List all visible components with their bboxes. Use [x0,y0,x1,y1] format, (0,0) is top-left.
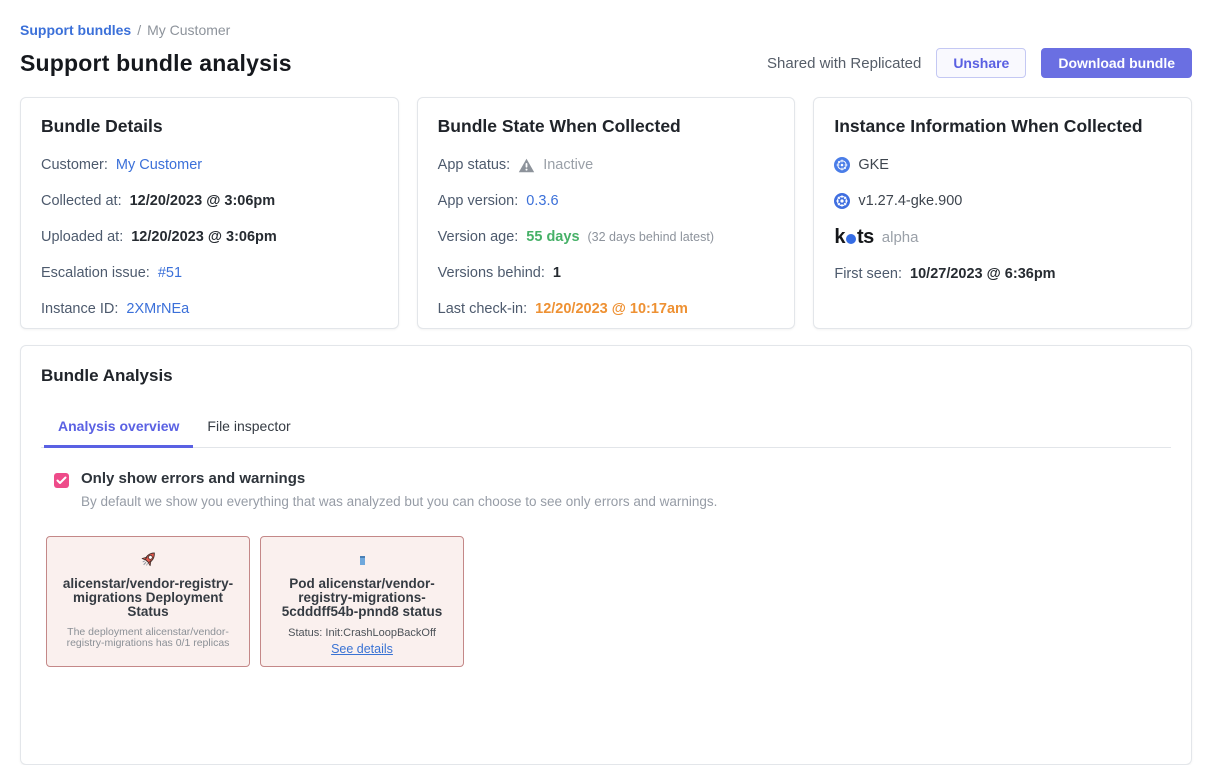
version-age-note: (32 days behind latest) [588,230,714,244]
kots-logo-k: k [834,226,845,249]
version-age-value: 55 days [526,229,579,245]
page-header: Support bundle analysis Shared with Repl… [20,48,1192,78]
kots-logo-o-icon [846,234,856,244]
instance-info-card: Instance Information When Collected [813,97,1192,329]
last-checkin-value: 12/20/2023 @ 10:17am [535,301,688,317]
first-seen-row: First seen: 10/27/2023 @ 6:36pm [834,266,1171,282]
warning-icon [518,158,535,173]
info-cards-row: Bundle Details Customer: My Customer Col… [20,97,1192,329]
kots-logo-ts: ts [857,226,874,249]
first-seen-label: First seen: [834,266,902,282]
tab-file-inspector[interactable]: File inspector [193,407,304,448]
broken-image-icon [360,547,365,573]
versions-behind-label: Versions behind: [438,265,545,281]
instance-id-row: Instance ID: 2XMrNEa [41,301,378,317]
download-bundle-button[interactable]: Download bundle [1041,48,1192,78]
see-details-link[interactable]: See details [331,642,393,656]
instance-id-label: Instance ID: [41,301,118,317]
shared-status-text: Shared with Replicated [767,55,921,72]
customer-row: Customer: My Customer [41,157,378,173]
distribution-value: GKE [858,157,889,173]
escalation-issue-label: Escalation issue: [41,265,150,281]
uploaded-at-value: 12/20/2023 @ 3:06pm [131,229,277,245]
kots-channel: alpha [882,229,919,246]
breadcrumb: Support bundles / My Customer [20,0,1192,38]
gke-icon [834,157,850,173]
collected-at-row: Collected at: 12/20/2023 @ 3:06pm [41,193,378,209]
last-checkin-label: Last check-in: [438,301,527,317]
analysis-tabs: Analysis overview File inspector [41,407,1171,448]
kubernetes-icon [834,193,850,209]
unshare-button[interactable]: Unshare [936,48,1026,78]
kots-logo: k ts [834,226,873,249]
version-age-row: Version age: 55 days (32 days behind lat… [438,229,775,245]
support-bundle-analysis-page: Support bundles / My Customer Support bu… [0,0,1212,765]
app-version-label: App version: [438,193,519,209]
last-checkin-row: Last check-in: 12/20/2023 @ 10:17am [438,301,775,317]
deployment-status-error-tile: alicenstar/vendor-registry-migrations De… [46,536,250,667]
check-icon [56,476,67,485]
distribution-row: GKE [834,157,1171,173]
instance-id-link[interactable]: 2XMrNEa [126,301,189,317]
bundle-analysis-title: Bundle Analysis [41,366,1171,386]
app-version-row: App version: 0.3.6 [438,193,775,209]
app-status-value: Inactive [543,157,593,173]
escalation-issue-row: Escalation issue: #51 [41,265,378,281]
customer-link[interactable]: My Customer [116,157,202,173]
kots-row: k ts alpha [834,226,1171,249]
error-tile-title: Pod alicenstar/vendor-registry-migration… [269,577,455,619]
bundle-state-card: Bundle State When Collected App status: … [417,97,796,329]
header-actions: Shared with Replicated Unshare Download … [767,48,1192,78]
uploaded-at-label: Uploaded at: [41,229,123,245]
pod-status-error-tile: Pod alicenstar/vendor-registry-migration… [260,536,464,667]
collected-at-label: Collected at: [41,193,122,209]
error-tile-title: alicenstar/vendor-registry-migrations De… [55,577,241,619]
app-status-label: App status: [438,157,511,173]
version-age-label: Version age: [438,229,519,245]
uploaded-at-row: Uploaded at: 12/20/2023 @ 3:06pm [41,229,378,245]
versions-behind-row: Versions behind: 1 [438,265,775,281]
breadcrumb-support-bundles-link[interactable]: Support bundles [20,22,131,38]
filter-label[interactable]: Only show errors and warnings [81,470,717,487]
breadcrumb-separator: / [137,22,141,38]
app-version-link[interactable]: 0.3.6 [526,193,558,209]
error-tile-status: Status: Init:CrashLoopBackOff [288,627,436,639]
filter-description: By default we show you everything that w… [81,494,717,509]
instance-info-title: Instance Information When Collected [834,116,1171,137]
page-title: Support bundle analysis [20,50,292,77]
bundle-analysis-card: Bundle Analysis Analysis overview File i… [20,345,1192,765]
bundle-details-card: Bundle Details Customer: My Customer Col… [20,97,399,329]
error-tiles: alicenstar/vendor-registry-migrations De… [41,536,1171,667]
app-status-row: App status: Inactive [438,157,775,173]
bundle-state-title: Bundle State When Collected [438,116,775,137]
first-seen-value: 10/27/2023 @ 6:36pm [910,266,1056,282]
only-errors-checkbox[interactable] [54,473,69,488]
k8s-version-value: v1.27.4-gke.900 [858,193,962,209]
bundle-details-title: Bundle Details [41,116,378,137]
error-tile-message: The deployment alicenstar/vendor-registr… [55,627,241,648]
k8s-version-row: v1.27.4-gke.900 [834,193,1171,209]
breadcrumb-current: My Customer [147,22,230,38]
rocket-icon [136,547,160,573]
escalation-issue-link[interactable]: #51 [158,265,182,281]
collected-at-value: 12/20/2023 @ 3:06pm [130,193,276,209]
versions-behind-value: 1 [553,265,561,281]
filter-text-block: Only show errors and warnings By default… [81,470,717,509]
tab-analysis-overview[interactable]: Analysis overview [44,407,193,448]
errors-filter: Only show errors and warnings By default… [41,470,1171,509]
customer-label: Customer: [41,157,108,173]
